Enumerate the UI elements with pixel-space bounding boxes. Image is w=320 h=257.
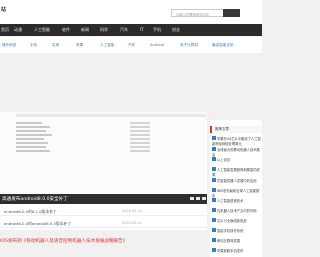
sidebar-item-label[interactable]: 在机器人技术产业中的作用 (217, 209, 257, 213)
image-line (16, 138, 44, 140)
sidebar-item[interactable]: 移动互联网发展 (212, 238, 262, 244)
sidebar-item[interactable]: 在机器人技术产业中的作用 (212, 208, 262, 214)
site-logo[interactable]: 站 (1, 6, 6, 13)
page: 站 请输入您要搜索的内容 首页 动漫 人工智能 软件 新闻 科学 汽车 IT 手… (0, 0, 262, 257)
list-item-date: 2018-05-14 (122, 209, 142, 213)
rank-badge (212, 208, 216, 212)
rank-badge (212, 147, 216, 151)
nav-item-anime[interactable]: 动漫 (14, 27, 22, 33)
sidebar-item[interactable]: IBM发布最新全球人工智能报告 (212, 188, 262, 198)
featured-image[interactable] (0, 112, 207, 194)
image-line (16, 122, 42, 124)
image-line (16, 142, 48, 144)
list-item[interactable]: android8.0.0的8.1.0版本补丁 2018-05-14 (0, 206, 207, 216)
nav-item-auto[interactable]: 汽车 (120, 27, 128, 33)
sidebar-heading-label: 推荐文章 (215, 127, 229, 131)
sidebar: 推荐文章 苹果在A9芯片中集成了人工智能神经网络处理单元 全球最大的移动机器人技… (210, 120, 262, 257)
slider-dot[interactable] (202, 197, 206, 200)
image-line (130, 146, 150, 148)
image-line (130, 134, 150, 136)
image-line (130, 142, 150, 144)
sidebar-item[interactable]: 苹果在A9芯片中集成了人工智能神经网络处理单元 (212, 136, 262, 146)
rank-badge (212, 218, 216, 222)
rank-badge (212, 238, 216, 242)
nav-item-mobile[interactable]: 手机 (153, 27, 161, 33)
sidebar-item[interactable]: 苹果新款手机发布 (212, 248, 262, 254)
image-toolbar (16, 114, 206, 117)
nav-item-startup[interactable]: 创业 (172, 27, 180, 33)
nav-item-ai[interactable]: 人工智能 (34, 27, 50, 33)
rank-badge (212, 136, 216, 140)
sidebar-item[interactable]: 芯片行业面临新挑战 (212, 218, 262, 224)
rank-badge (212, 178, 216, 182)
nav-item-it[interactable]: IT (140, 27, 144, 32)
list-item-date: 2018-05-14 (122, 221, 142, 225)
featured-title[interactable]: 高通发布android8.0.0安全补丁 (2, 196, 68, 202)
search-button[interactable] (223, 9, 240, 17)
tag-item[interactable]: 实用 (52, 43, 59, 49)
sidebar-item-label[interactable]: 在智能机器人发展中的应用 (217, 179, 257, 183)
image-line (130, 150, 150, 152)
featured-article: 高通发布android8.0.0安全补丁 android8.0.0的8.1.0版… (0, 112, 207, 230)
tag-item[interactable]: 最佳智能手机 (212, 43, 234, 49)
tag-item[interactable]: 电子计算机 (180, 43, 198, 49)
sidebar-item-label[interactable]: 移动互联网发展 (217, 239, 240, 243)
rank-badge (212, 198, 216, 202)
featured-title-bar: 高通发布android8.0.0安全补丁 (0, 194, 207, 204)
sidebar-item[interactable]: 以上说法 (212, 157, 262, 163)
tag-item[interactable]: 汽车 (128, 43, 135, 49)
sidebar-item[interactable]: 在智能机器人发展中的应用 (212, 178, 262, 184)
search-input[interactable]: 请输入您要搜索的内容 (171, 9, 223, 17)
sidebar-item[interactable]: 智能手机操作系统 (212, 228, 262, 234)
sidebar-item-label[interactable]: IBM发布最新全球人工智能报告 (212, 189, 259, 198)
sidebar-item-label[interactable]: 芯片行业面临新挑战 (217, 219, 247, 223)
image-line (130, 122, 150, 124)
sidebar-item-label[interactable]: 全球最大的移动机器人技术展会 (212, 148, 260, 157)
tag-item[interactable]: Android (150, 43, 164, 49)
slider-dots (190, 197, 206, 201)
slider-dot[interactable] (190, 197, 194, 200)
rank-badge (212, 188, 216, 192)
main-nav: 首页 动漫 人工智能 软件 新闻 科学 汽车 IT 手机 创业 (0, 24, 262, 36)
tag-item[interactable]: 手机 (30, 43, 37, 49)
image-line (16, 150, 50, 152)
list-item[interactable]: android8.0.0的android8.0.0版本补丁 2018-05-14 (0, 218, 207, 228)
image-line (130, 130, 150, 132)
tag-bar: 操作系统 手机 实用 苹果 人工智能 汽车 Android 电子计算机 最佳智能… (0, 37, 262, 53)
rank-badge (212, 228, 216, 232)
sidebar-item[interactable]: 人工智能语音技术 (212, 198, 262, 204)
nav-item-science[interactable]: 科学 (100, 27, 108, 33)
sidebar-item-label[interactable]: 人工智能发展趋势和展望的成果 (212, 168, 260, 177)
tag-item[interactable]: 苹果 (76, 43, 83, 49)
sidebar-heading: 推荐文章 (210, 126, 262, 133)
nav-item-software[interactable]: 软件 (62, 27, 70, 33)
image-line (16, 130, 46, 132)
sidebar-item-label[interactable]: 以上说法 (217, 158, 230, 162)
rank-badge (212, 248, 216, 252)
slider-dot[interactable] (196, 197, 200, 200)
article-headline[interactable]: IOS发布到《移动机器人及语音控制机器人技术发展战略报告》 (0, 238, 207, 248)
sidebar-item[interactable]: 人工智能发展趋势和展望的成果 (212, 167, 262, 177)
site-header: 站 请输入您要搜索的内容 (0, 0, 262, 24)
image-line (16, 126, 50, 128)
list-item-title[interactable]: android8.0.0的android8.0.0版本补丁 (4, 221, 71, 227)
image-line (16, 146, 46, 148)
nav-item-news[interactable]: 新闻 (81, 27, 89, 33)
sidebar-item-label[interactable]: 苹果新款手机发布 (217, 249, 243, 253)
sidebar-item-label[interactable]: 智能手机操作系统 (217, 229, 243, 233)
nav-item-home[interactable]: 首页 (1, 27, 9, 33)
rank-badge (212, 157, 216, 161)
image-line (16, 134, 52, 136)
image-line (130, 126, 150, 128)
tag-item[interactable]: 操作系统 (2, 43, 16, 49)
image-line (130, 138, 150, 140)
list-item-title[interactable]: android8.0.0的8.1.0版本补丁 (4, 209, 57, 215)
sidebar-item[interactable]: 全球最大的移动机器人技术展会 (212, 147, 262, 157)
tag-item[interactable]: 人工智能 (100, 43, 114, 49)
rank-badge (212, 167, 216, 171)
sidebar-item-label[interactable]: 人工智能语音技术 (217, 199, 243, 203)
sidebar-item-label[interactable]: 苹果在A9芯片中集成了人工智能神经网络处理单元 (212, 137, 261, 146)
